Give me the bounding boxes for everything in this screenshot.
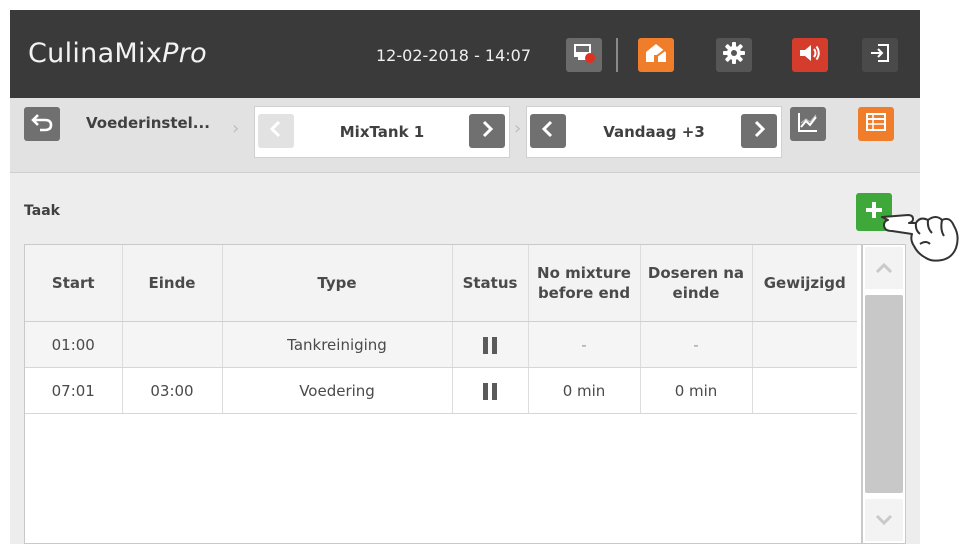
back-button[interactable]	[24, 107, 60, 141]
cell-start: 01:00	[25, 321, 123, 368]
column-header-no-mixture[interactable]: No mixture before end	[528, 245, 641, 322]
gear-icon	[723, 42, 745, 68]
breadcrumb-separator: ›	[232, 118, 240, 139]
column-header-dosing-after[interactable]: Doseren na einde	[640, 245, 753, 322]
scroll-down-button[interactable]	[865, 499, 903, 541]
pointing-hand-icon	[880, 200, 964, 274]
cell-status	[452, 321, 529, 368]
chevron-left-icon	[269, 120, 283, 142]
table-row[interactable]: 01:00 Tankreiniging - -	[25, 321, 857, 368]
cell-modified	[752, 367, 857, 414]
prev-tank-button[interactable]	[258, 114, 294, 148]
chevron-right-icon	[752, 120, 766, 142]
task-table: Start Einde Type Status No mixture before…	[24, 244, 862, 544]
column-header-status[interactable]: Status	[452, 245, 529, 322]
column-header-start[interactable]: Start	[25, 245, 123, 322]
app-screen: CulinaMixPro 12-02-2018 - 14:07 Voederin…	[10, 10, 920, 544]
speaker-icon	[798, 42, 822, 68]
next-day-button[interactable]	[741, 114, 777, 148]
prev-day-button[interactable]	[530, 114, 566, 148]
screen-alert-icon	[572, 42, 596, 68]
logout-icon	[869, 42, 891, 68]
cell-start: 07:01	[25, 367, 123, 414]
cell-no-mixture: 0 min	[528, 367, 641, 414]
home-button[interactable]	[638, 38, 674, 72]
chart-icon	[797, 111, 819, 137]
column-header-end[interactable]: Einde	[122, 245, 223, 322]
cell-type: Voedering	[222, 367, 453, 414]
day-label: Vandaag +3	[603, 123, 705, 141]
top-bar: CulinaMixPro 12-02-2018 - 14:07	[10, 10, 920, 98]
table-row[interactable]: 07:01 03:00 Voedering 0 min 0 min	[25, 367, 857, 414]
breadcrumb-separator: ›	[514, 118, 522, 139]
cell-dosing-after: -	[640, 321, 753, 368]
cell-end: 03:00	[122, 367, 223, 414]
tank-selector: MixTank 1	[254, 106, 510, 158]
table-icon	[865, 112, 887, 136]
settings-button[interactable]	[716, 38, 752, 72]
cell-dosing-after: 0 min	[640, 367, 753, 414]
pause-icon	[483, 382, 497, 400]
section-title: Taak	[24, 203, 60, 219]
cell-no-mixture: -	[528, 321, 641, 368]
back-arrow-icon	[30, 112, 54, 136]
system-status-button[interactable]	[566, 38, 602, 72]
next-tank-button[interactable]	[469, 114, 505, 148]
tank-label: MixTank 1	[339, 123, 425, 141]
chart-view-button[interactable]	[790, 107, 826, 141]
cell-end	[122, 321, 223, 368]
sound-button[interactable]	[792, 38, 828, 72]
table-header-row: Start Einde Type Status No mixture before…	[25, 245, 857, 322]
cell-modified	[752, 321, 857, 368]
brand-name: CulinaMix	[28, 38, 163, 69]
column-header-modified[interactable]: Gewijzigd	[752, 245, 857, 322]
chevron-down-icon	[875, 511, 893, 530]
logout-button[interactable]	[862, 38, 898, 72]
brand-logo: CulinaMixPro	[28, 38, 207, 69]
cell-type: Tankreiniging	[222, 321, 453, 368]
chevron-left-icon	[541, 120, 555, 142]
breadcrumb-settings[interactable]: Voederinstel...	[86, 98, 226, 148]
brand-suffix: Pro	[162, 38, 207, 69]
table-view-button[interactable]	[858, 107, 894, 141]
table-scrollbar[interactable]	[862, 244, 906, 544]
cell-status	[452, 367, 529, 414]
toolbar-divider	[616, 38, 618, 72]
day-selector: Vandaag +3	[526, 106, 782, 158]
datetime-display: 12-02-2018 - 14:07	[376, 46, 532, 65]
house-icon	[643, 42, 669, 68]
column-header-type[interactable]: Type	[222, 245, 453, 322]
scroll-thumb[interactable]	[865, 295, 903, 493]
navigation-row: Voederinstel... › MixTank 1 › Vandaag +3	[10, 98, 920, 173]
pause-icon	[483, 336, 497, 354]
chevron-right-icon	[480, 120, 494, 142]
